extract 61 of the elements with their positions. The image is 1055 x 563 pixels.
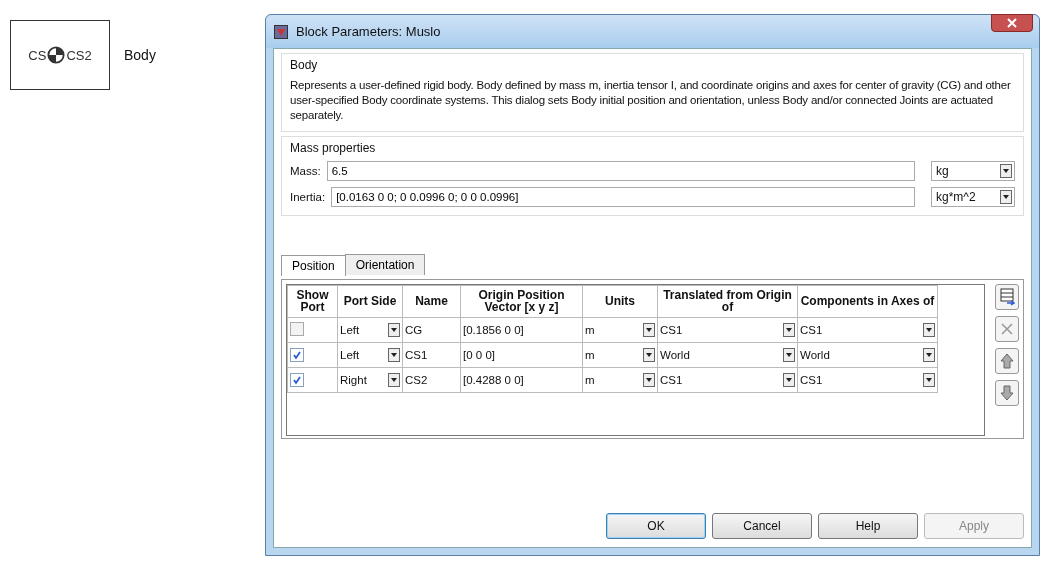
window-title: Block Parameters: Muslo xyxy=(296,24,441,39)
port-label: CS2 xyxy=(66,47,92,63)
column-header: Name xyxy=(402,285,461,318)
group-title: Body xyxy=(290,58,319,72)
checkbox[interactable] xyxy=(290,348,304,362)
column-header: Port Side xyxy=(337,285,403,318)
caret-icon xyxy=(388,348,400,362)
column-header: Components in Axes of xyxy=(797,285,938,318)
caret-icon xyxy=(923,348,935,362)
caret-icon xyxy=(388,373,400,387)
arrow-up-icon xyxy=(1000,352,1014,369)
column-header: Show Port xyxy=(287,285,338,318)
table-cell: CS1 xyxy=(402,342,461,368)
body-block[interactable]: CS CS2 xyxy=(10,20,110,90)
dialog-button[interactable]: Help xyxy=(818,513,918,539)
column-header: Origin Position Vector [x y z] xyxy=(460,285,583,318)
group-title: Mass properties xyxy=(290,140,377,155)
close-icon xyxy=(1007,18,1017,28)
caret-icon xyxy=(1000,163,1012,178)
table-cell: [0.1856 0 0] xyxy=(460,317,583,343)
close-button[interactable] xyxy=(991,14,1033,32)
unit-dropdown[interactable]: kg xyxy=(931,160,1015,181)
caret-icon xyxy=(643,373,655,387)
center-of-gravity-icon xyxy=(47,46,66,64)
caret-icon xyxy=(1000,189,1012,204)
move-down-button[interactable] xyxy=(995,379,1019,406)
caret-icon xyxy=(923,323,935,337)
dialog-button[interactable]: OK xyxy=(606,513,706,539)
add-row-button[interactable] xyxy=(995,283,1019,310)
dialog-button[interactable]: Cancel xyxy=(712,513,812,539)
port-label: CS xyxy=(28,47,47,63)
field-label: Mass: xyxy=(290,164,321,177)
input-field[interactable]: 6.5 xyxy=(326,160,915,181)
unit-dropdown[interactable]: kg*m^2 xyxy=(931,186,1015,207)
move-up-button[interactable] xyxy=(995,347,1019,374)
caret-icon xyxy=(643,348,655,362)
table-cell: CG xyxy=(402,317,461,343)
input-field[interactable]: [0.0163 0 0; 0 0.0996 0; 0 0 0.0996] xyxy=(331,186,915,207)
description-text: Represents a user-defined rigid body. Body defined by mass m, inertia tensor I, and coordinate origins and axes for center of gravity (CG) and other user-specified Body coordinate systems. This dialog sets Body initial position and orientation, unless Body and/or connected Joints are actuated separately. xyxy=(290,78,1012,123)
column-header: Units xyxy=(582,285,658,318)
delete-button[interactable] xyxy=(995,315,1019,342)
checkbox[interactable] xyxy=(290,322,304,336)
column-header: Translated from Origin of xyxy=(657,285,798,318)
caret-icon xyxy=(783,348,795,362)
block-name: Body xyxy=(124,47,156,63)
tab[interactable]: Orientation xyxy=(344,253,426,275)
caret-icon xyxy=(783,373,795,387)
arrow-down-icon xyxy=(1000,384,1014,401)
caret-icon xyxy=(783,323,795,337)
delete-icon xyxy=(1000,321,1014,336)
table-cell: [0.4288 0 0] xyxy=(460,367,583,393)
caret-icon xyxy=(643,323,655,337)
table-cell: [0 0 0] xyxy=(460,342,583,368)
field-label: Inertia: xyxy=(290,190,326,203)
app-icon xyxy=(274,24,288,39)
add-row-icon xyxy=(999,287,1015,306)
caret-icon xyxy=(388,323,400,337)
checkbox[interactable] xyxy=(290,373,304,387)
tab[interactable]: Position xyxy=(281,254,346,276)
caret-icon xyxy=(923,373,935,387)
table-cell: CS2 xyxy=(402,367,461,393)
